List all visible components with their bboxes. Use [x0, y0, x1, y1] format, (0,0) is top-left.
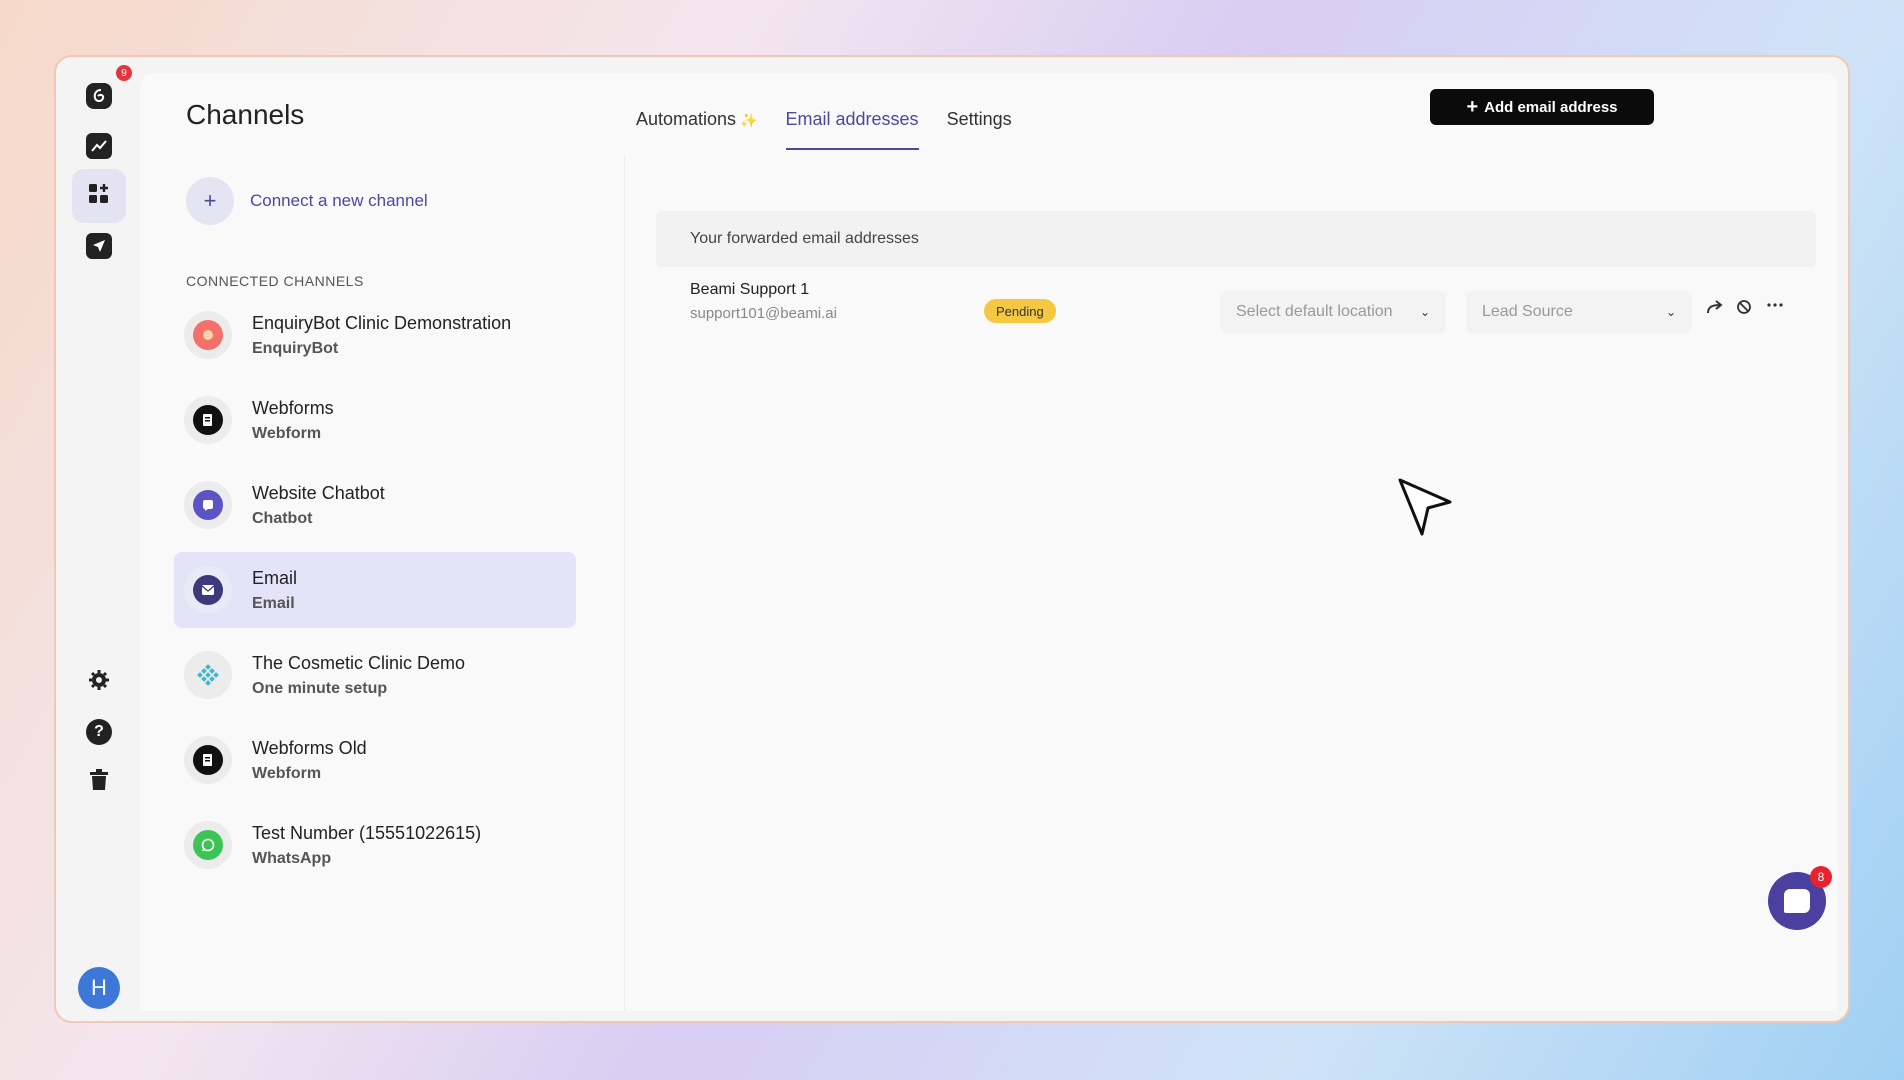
apps-grid-icon: [88, 183, 110, 210]
email-table-header: Your forwarded email addresses: [656, 211, 1816, 267]
channel-type: Email: [252, 594, 295, 612]
default-location-select[interactable]: Select default location ⌄: [1220, 291, 1446, 333]
channel-icon-wrap: [184, 821, 232, 869]
settings-nav-button[interactable]: [72, 655, 126, 709]
channel-item-website-chatbot[interactable]: Website Chatbot Chatbot: [174, 467, 576, 543]
webform-icon: [193, 745, 223, 775]
user-avatar[interactable]: H: [78, 967, 120, 1009]
webform-icon: [193, 405, 223, 435]
tab-settings[interactable]: Settings: [947, 109, 1012, 150]
help-icon: ?: [86, 719, 112, 745]
status-badge: Pending: [984, 299, 1056, 323]
main-panel: Channels Automations ✨ Email addresses Se…: [140, 73, 1838, 1011]
channel-name: Webforms Old: [252, 737, 367, 758]
sparkle-icon: ✨: [740, 112, 758, 128]
plus-icon: +: [1466, 95, 1479, 118]
channel-type: Webform: [252, 424, 322, 442]
connect-new-channel-label: Connect a new channel: [250, 191, 428, 210]
channel-item-cosmetic-clinic[interactable]: The Cosmetic Clinic Demo One minute setu…: [174, 637, 576, 713]
channel-name: Test Number (15551022615): [252, 822, 482, 843]
channel-icon-wrap: [184, 566, 232, 614]
snowflake-icon: [193, 660, 223, 690]
channel-icon-wrap: [184, 396, 232, 444]
email-row-name: Beami Support 1: [690, 281, 810, 298]
lead-source-select[interactable]: Lead Source ⌄: [1466, 291, 1692, 333]
chatbot-icon: [193, 490, 223, 520]
chevron-down-icon: ⌄: [1665, 305, 1676, 319]
trash-nav-button[interactable]: [72, 755, 126, 809]
channel-icon-wrap: [184, 481, 232, 529]
connected-channels-heading: CONNECTED CHANNELS: [186, 273, 364, 289]
trend-chart-icon: [86, 133, 112, 159]
channel-item-test-number[interactable]: Test Number (15551022615) WhatsApp: [174, 807, 576, 883]
channel-name: Website Chatbot: [252, 482, 385, 503]
channel-name: Email: [252, 567, 298, 588]
connect-new-channel-button[interactable]: + Connect a new channel: [186, 177, 428, 225]
whatsapp-icon: [193, 830, 223, 860]
email-row-address: support101@beami.ai: [690, 305, 837, 322]
plus-icon: +: [186, 177, 234, 225]
channel-type: Chatbot: [252, 509, 313, 527]
tab-automations-label: Automations: [636, 109, 737, 129]
channel-item-email[interactable]: Email Email: [174, 552, 576, 628]
channel-type: One minute setup: [252, 679, 388, 697]
channel-type: WhatsApp: [252, 849, 332, 867]
email-icon: [193, 575, 223, 605]
help-nav-button[interactable]: ?: [72, 705, 126, 759]
panel-divider: [624, 155, 625, 1011]
chat-bubble-icon: [1784, 889, 1810, 913]
chevron-down-icon: ⌄: [1419, 305, 1430, 319]
analytics-nav-button[interactable]: [72, 119, 126, 173]
channel-name: EnquiryBot Clinic Demonstration: [252, 312, 512, 333]
forward-icon[interactable]: [1706, 299, 1726, 320]
logo-icon: [86, 83, 112, 109]
campaigns-nav-button[interactable]: [72, 219, 126, 273]
table-row: Beami Support 1 support101@beami.ai Pend…: [656, 269, 1816, 345]
channel-type: EnquiryBot: [252, 339, 339, 357]
left-rail: 9 ? H: [56, 57, 140, 1021]
channel-item-webforms-old[interactable]: Webforms Old Webform: [174, 722, 576, 798]
channel-icon-wrap: [184, 311, 232, 359]
block-icon[interactable]: [1736, 299, 1752, 320]
channel-type: Webform: [252, 764, 322, 782]
send-icon: [86, 233, 112, 259]
more-options-icon[interactable]: [1766, 297, 1784, 318]
app-logo-button[interactable]: 9: [72, 65, 132, 123]
app-window: 9 ? H Channels Automations ✨ Email addre…: [54, 55, 1850, 1023]
channel-item-webforms[interactable]: Webforms Webform: [174, 382, 576, 458]
add-email-address-label: Add email address: [1484, 98, 1618, 116]
add-email-address-button[interactable]: + Add email address: [1430, 89, 1654, 125]
channel-icon-wrap: [184, 736, 232, 784]
channel-icon-wrap: [184, 651, 232, 699]
channel-item-enquirybot[interactable]: EnquiryBot Clinic Demonstration EnquiryB…: [174, 297, 576, 373]
channel-name: Webforms: [252, 397, 334, 418]
tab-email-addresses[interactable]: Email addresses: [785, 109, 919, 150]
mouse-cursor-icon: [1398, 478, 1454, 543]
gear-icon: [88, 669, 110, 696]
chat-unread-badge: 8: [1810, 866, 1832, 888]
notification-badge: 9: [116, 65, 132, 81]
lead-source-placeholder: Lead Source: [1482, 303, 1573, 320]
page-title: Channels: [186, 99, 305, 130]
enquirybot-icon: [193, 320, 223, 350]
channels-nav-button[interactable]: [72, 169, 126, 223]
tab-bar: Automations ✨ Email addresses Settings: [636, 109, 1012, 150]
default-location-placeholder: Select default location: [1236, 303, 1393, 320]
trash-icon: [89, 768, 109, 796]
channel-name: The Cosmetic Clinic Demo: [252, 652, 466, 673]
tab-automations[interactable]: Automations ✨: [636, 109, 758, 150]
